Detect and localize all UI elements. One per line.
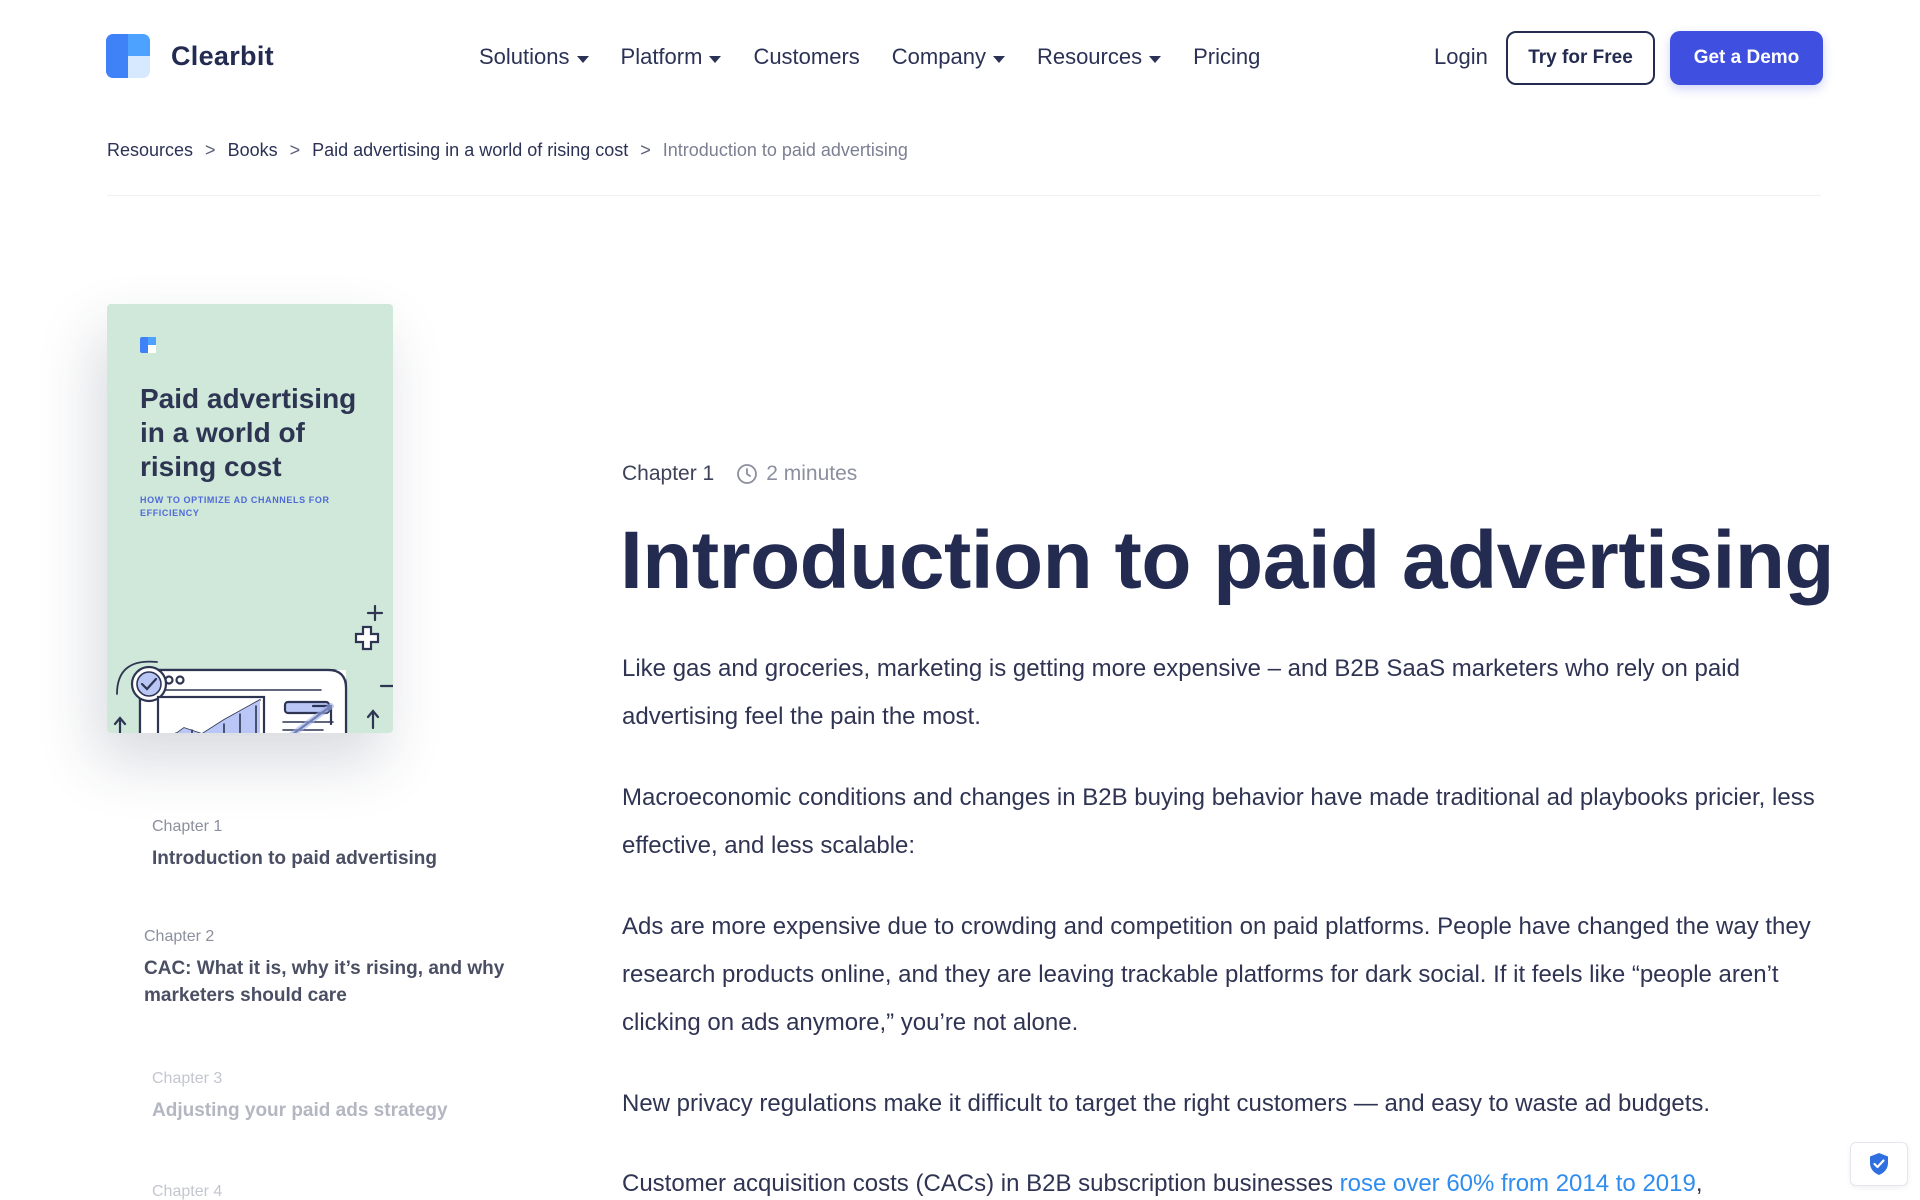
breadcrumb-separator: > — [205, 140, 216, 160]
breadcrumb: Resources > Books > Paid advertising in … — [107, 140, 908, 161]
chapter-title: Introduction to paid advertising — [152, 848, 437, 869]
nav-solutions-label: Solutions — [479, 44, 570, 69]
nav-platform-label: Platform — [620, 44, 703, 69]
nav-company[interactable]: Company — [892, 44, 1005, 70]
privacy-badge[interactable] — [1850, 1142, 1908, 1186]
site-header: Clearbit Solutions Platform Customers Co… — [0, 0, 1920, 116]
nav-resources[interactable]: Resources — [1036, 44, 1162, 70]
chapter-number: Chapter 2 — [144, 928, 215, 945]
nav-pricing[interactable]: Pricing — [1193, 44, 1260, 70]
caret-down-icon — [576, 55, 589, 63]
clearbit-logo-icon — [106, 34, 150, 78]
cac-stat-link[interactable]: rose over 60% from 2014 to 2019 — [1340, 1170, 1696, 1197]
caret-down-icon — [1149, 55, 1162, 63]
nav-customers[interactable]: Customers — [753, 44, 859, 70]
cover-illustration — [113, 604, 393, 733]
book-cover: Paid advertising in a world of rising co… — [107, 304, 393, 733]
breadcrumb-separator: > — [640, 140, 651, 160]
chapter-meta: Chapter 1 2 minutes — [622, 462, 857, 486]
breadcrumb-book[interactable]: Paid advertising in a world of rising co… — [312, 140, 628, 161]
read-time: 2 minutes — [766, 462, 858, 485]
article-paragraph: Macroeconomic conditions and changes in … — [622, 784, 1815, 859]
shield-check-icon — [1870, 1153, 1888, 1175]
clock-icon — [737, 464, 758, 484]
chapter-3-link[interactable]: Chapter 3 Adjusting your paid ads strate… — [152, 1070, 492, 1124]
chapter-title: CAC: What it is, why it’s rising, and wh… — [144, 958, 505, 1006]
chapter-2-link[interactable]: Chapter 2 CAC: What it is, why it’s risi… — [144, 928, 544, 1009]
nav-platform[interactable]: Platform — [621, 44, 722, 70]
breadcrumb-current: Introduction to paid advertising — [662, 140, 908, 160]
article-paragraph: New privacy regulations make it difficul… — [622, 1090, 1711, 1117]
main-nav: Solutions Platform Customers Company Res… — [479, 40, 1292, 74]
breadcrumb-separator: > — [289, 140, 301, 160]
paragraph-text: Customer acquisition costs (CACs) in B2B… — [622, 1170, 1340, 1197]
chapter-label: Chapter 1 — [622, 462, 715, 485]
article-paragraph: Customer acquisition costs (CACs) in B2B… — [622, 1160, 1822, 1200]
try-for-free-button[interactable]: Try for Free — [1506, 31, 1655, 85]
header-divider — [107, 195, 1821, 196]
chapter-number: Chapter 1 — [152, 818, 223, 835]
chapter-title: Adjusting your paid ads strategy — [152, 1100, 448, 1121]
page-title: Introduction to paid advertising — [620, 515, 1835, 606]
cover-title: Paid advertising in a world of rising co… — [140, 383, 357, 482]
chapter-number: Chapter 3 — [152, 1070, 223, 1087]
nav-customers-label: Customers — [753, 44, 860, 69]
nav-solutions[interactable]: Solutions — [479, 44, 589, 70]
chapter-4-link[interactable]: Chapter 4 — [152, 1183, 222, 1200]
logo-text: Clearbit — [171, 40, 274, 71]
nav-resources-label: Resources — [1036, 44, 1143, 69]
breadcrumb-resources[interactable]: Resources — [107, 140, 193, 161]
breadcrumb-books[interactable]: Books — [228, 140, 278, 161]
caret-down-icon — [992, 55, 1005, 63]
chapter-1-link[interactable]: Chapter 1 Introduction to paid advertisi… — [152, 818, 472, 872]
chapter-number: Chapter 4 — [152, 1183, 223, 1200]
nav-pricing-label: Pricing — [1193, 44, 1261, 69]
nav-company-label: Company — [891, 44, 986, 69]
article-paragraph: Like gas and groceries, marketing is get… — [622, 655, 1740, 730]
clearbit-logo[interactable]: Clearbit — [106, 34, 274, 78]
cover-logo-icon — [140, 337, 156, 353]
paragraph-text: , — [1695, 1170, 1703, 1197]
article-paragraph: Ads are more expensive due to crowding a… — [622, 913, 1811, 1036]
login-link[interactable]: Login — [1434, 44, 1488, 70]
get-a-demo-button[interactable]: Get a Demo — [1670, 31, 1823, 85]
caret-down-icon — [709, 55, 722, 63]
